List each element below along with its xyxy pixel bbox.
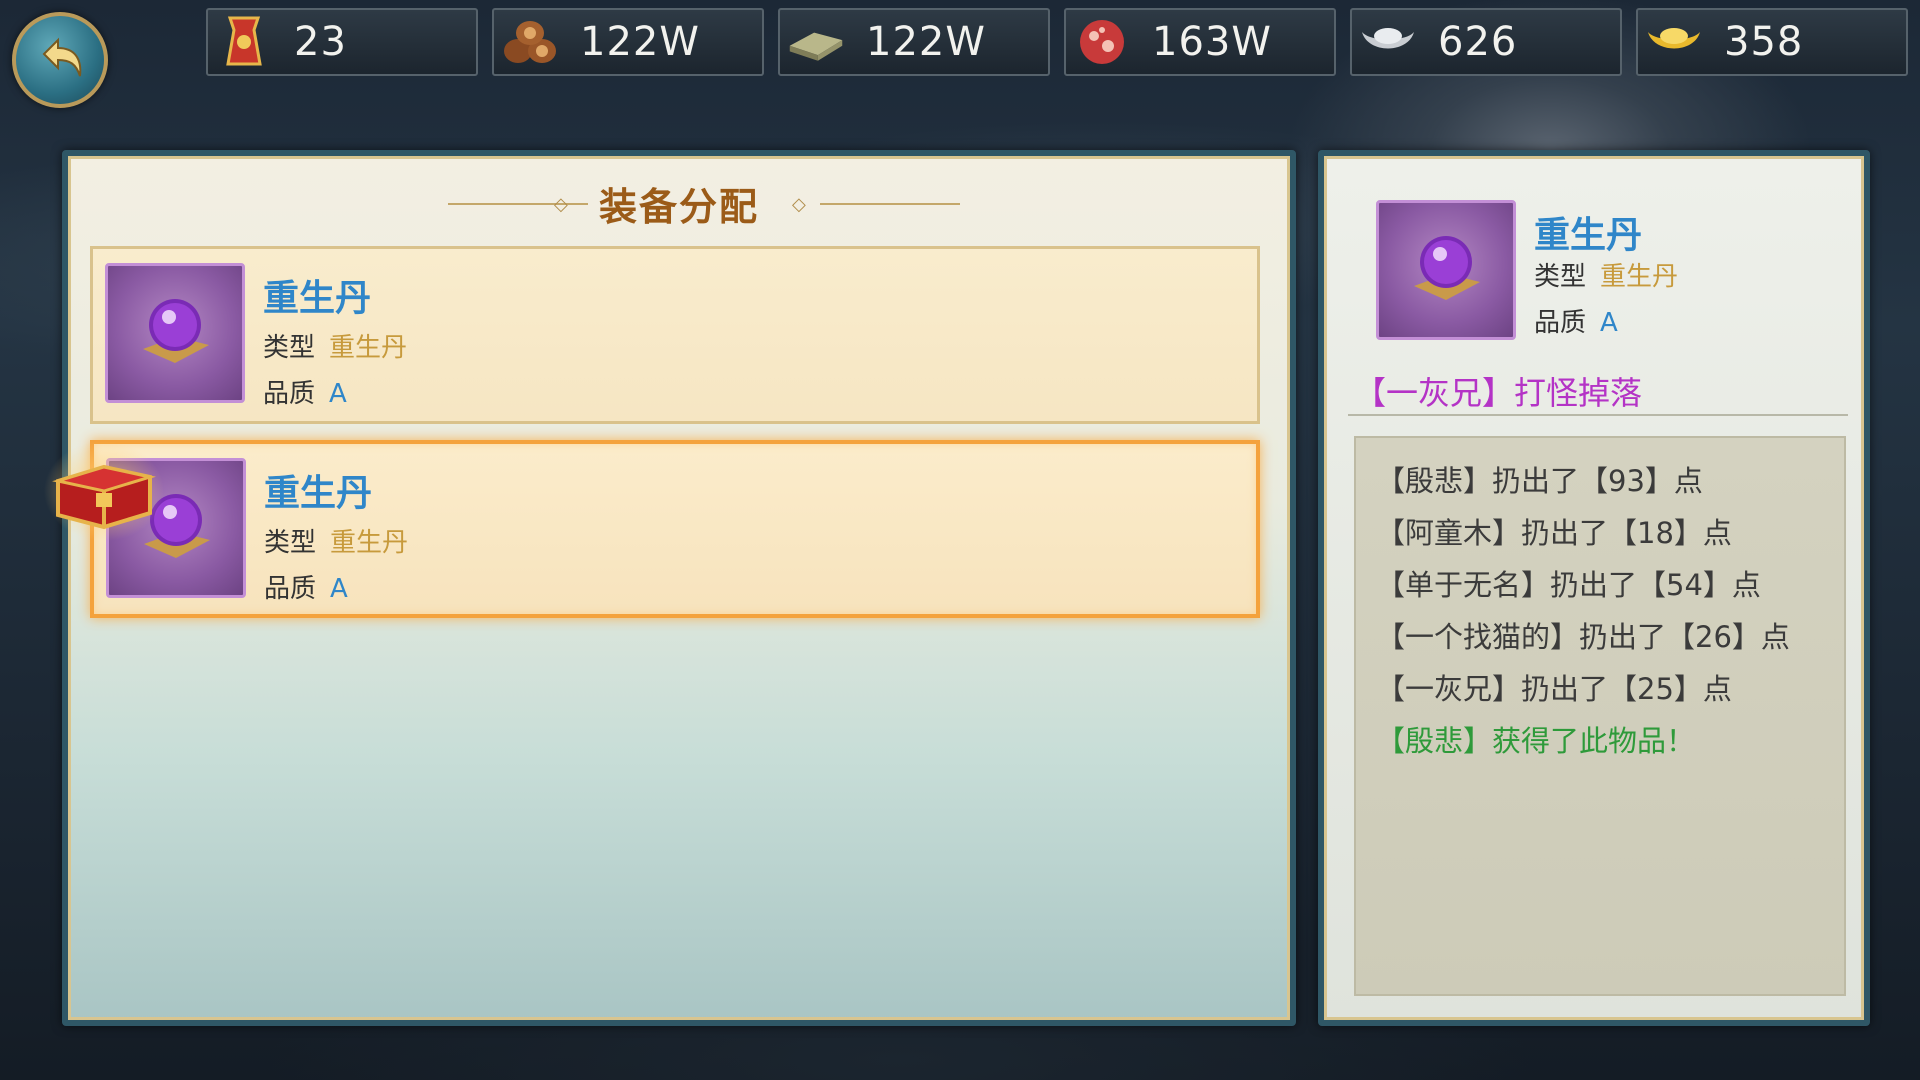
divider [1348,414,1848,416]
resource-wood: 122W [492,8,764,76]
silver-icon [1358,12,1418,72]
equipment-item-card[interactable]: 重生丹 类型 重生丹 品质 A [90,246,1260,424]
panel-title: 装备分配 [598,185,759,229]
detail-quality-label: 品质 [1534,308,1587,338]
resource-stone-value: 122W [866,19,986,65]
equipment-distribution-panel: ◇ 装备分配 ◇ 重生丹 类型 重生丹 品质 A 重生丹 类型 重生丹 品质 A [62,150,1296,1026]
wood-icon [500,12,560,72]
roll-log-line: 【一灰兄】扔出了【25】点 [1376,672,1732,706]
resource-token-value: 23 [294,19,347,65]
detail-type-row: 类型 重生丹 [1534,256,1678,293]
gold-icon [1644,12,1704,72]
item-type-row: 类型 重生丹 [264,522,408,559]
resource-meat: 163W [1064,8,1336,76]
item-type-label: 类型 [264,528,317,558]
resource-gold-value: 358 [1724,19,1804,65]
item-type-value: 重生丹 [330,528,409,558]
resource-meat-value: 163W [1152,19,1272,65]
resource-token: 23 [206,8,478,76]
item-quality-label: 品质 [264,574,317,604]
item-type-label: 类型 [263,333,316,363]
rebirth-pill-icon [1376,200,1516,340]
title-decoration-right [820,203,960,205]
detail-quality-value: A [1600,308,1618,338]
roll-log-line: 【一个找猫的】扔出了【26】点 [1376,620,1790,654]
meat-icon [1072,12,1132,72]
drop-source-text: 【一灰兄】打怪掉落 [1354,374,1643,412]
detail-quality-row: 品质 A [1534,302,1618,339]
item-type-value: 重生丹 [329,333,408,363]
treasure-chest-icon [44,436,164,546]
resource-stone: 122W [778,8,1050,76]
resource-wood-value: 122W [580,19,700,65]
title-diamond-right: ◇ [792,194,806,215]
detail-item-name: 重生丹 [1534,215,1643,256]
roll-log-line: 【单于无名】扔出了【54】点 [1376,568,1761,602]
back-button[interactable] [12,12,108,108]
equipment-item-card-selected[interactable]: 重生丹 类型 重生丹 品质 A [90,440,1260,618]
item-quality-value: A [330,574,348,604]
item-name: 重生丹 [264,473,373,514]
resource-gold: 358 [1636,8,1908,76]
item-quality-row: 品质 A [263,373,347,410]
item-quality-label: 品质 [263,379,316,409]
item-type-row: 类型 重生丹 [263,327,407,364]
detail-type-label: 类型 [1534,262,1587,292]
roll-log-winner-line: 【殷悲】获得了此物品！ [1376,724,1696,758]
resource-silver-value: 626 [1438,19,1518,65]
back-arrow-icon [42,37,82,77]
rebirth-pill-icon [105,263,245,403]
detail-type-value: 重生丹 [1600,262,1679,292]
item-detail-panel: 重生丹 类型 重生丹 品质 A 【一灰兄】打怪掉落 【殷悲】扔出了【93】点 【阿童… [1318,150,1870,1026]
token-icon [214,12,274,72]
item-quality-value: A [329,379,347,409]
roll-log-line: 【殷悲】扔出了【93】点 [1376,464,1703,498]
roll-log-line: 【阿童木】扔出了【18】点 [1376,516,1732,550]
item-quality-row: 品质 A [264,568,348,605]
item-name: 重生丹 [263,278,372,319]
roll-log: 【殷悲】扔出了【93】点 【阿童木】扔出了【18】点 【单于无名】扔出了【54】… [1354,436,1846,996]
stone-icon [786,12,846,72]
resource-silver: 626 [1350,8,1622,76]
